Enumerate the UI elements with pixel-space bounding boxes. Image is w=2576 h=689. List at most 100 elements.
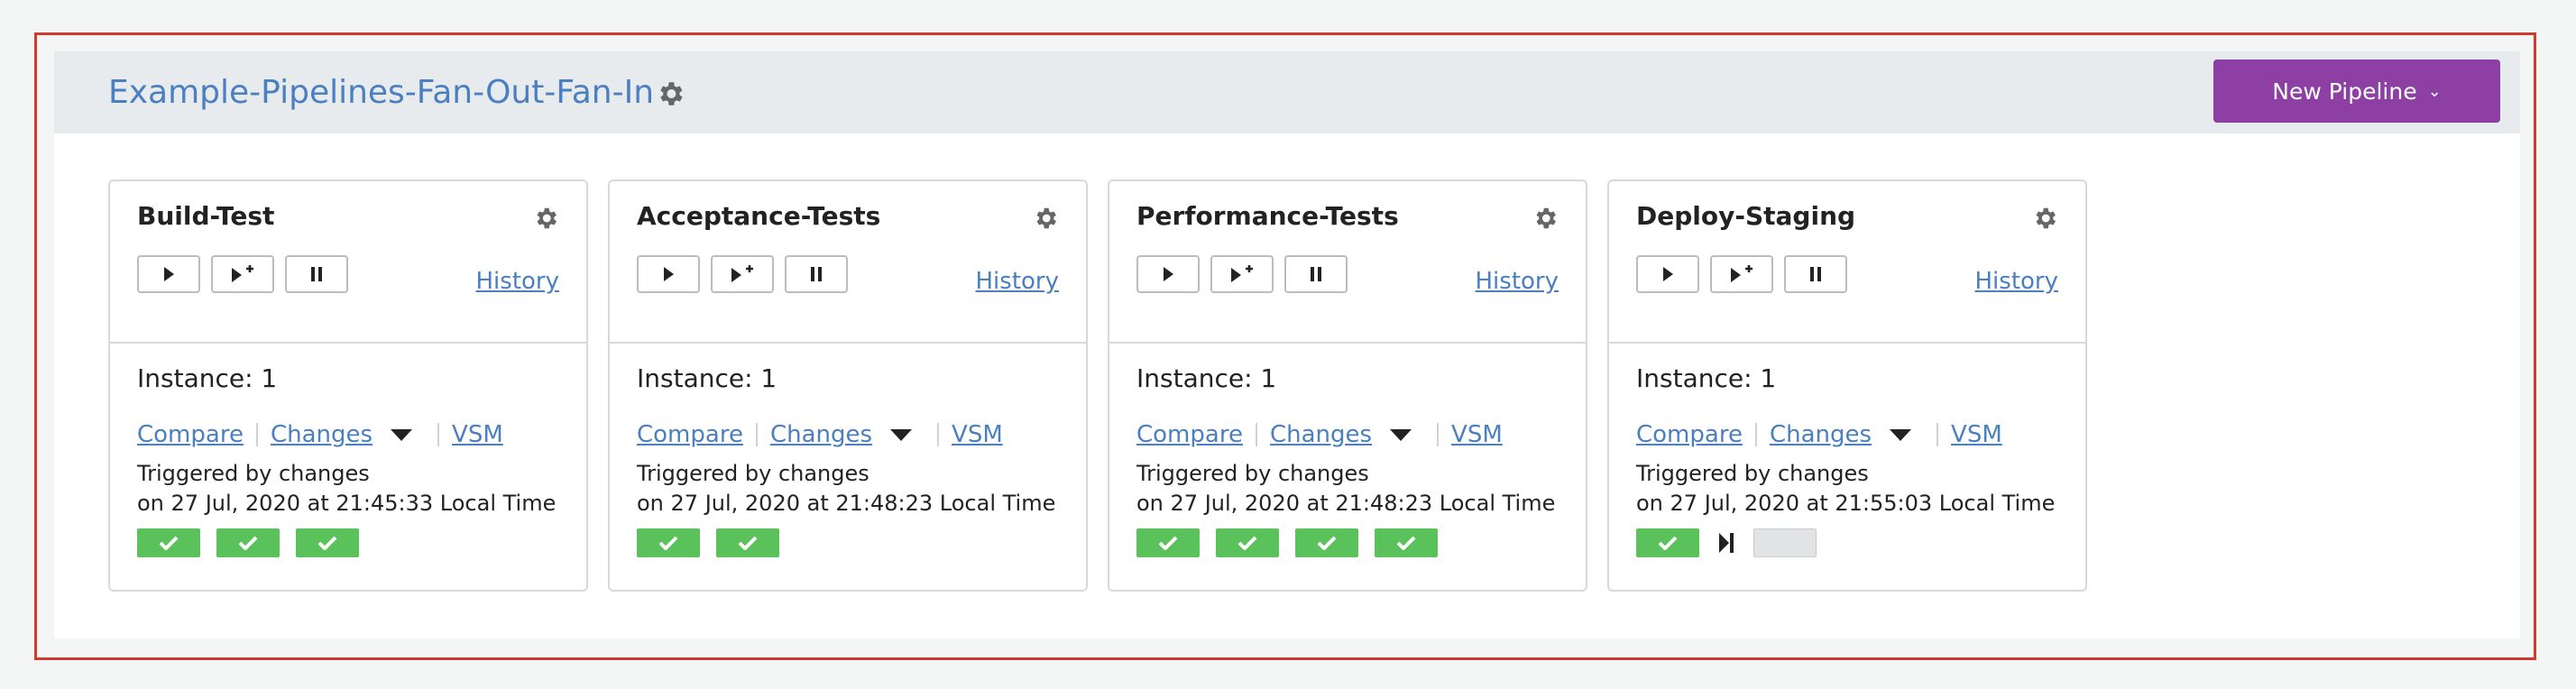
instance-label: Instance: 1 (137, 363, 278, 393)
stage-passed[interactable] (716, 528, 779, 557)
stage-passed[interactable] (637, 528, 700, 557)
triggered-by-text: Triggered by changes (1136, 461, 1369, 486)
vsm-link[interactable]: VSM (452, 421, 503, 448)
trigger-button[interactable] (137, 255, 200, 293)
stage-list (1136, 528, 1438, 558)
changes-link[interactable]: Changes (271, 421, 373, 448)
trigger-with-options-button[interactable] (711, 255, 774, 293)
gear-icon[interactable] (532, 205, 559, 232)
stage-passed[interactable] (1216, 528, 1279, 557)
link-divider (1754, 423, 1757, 446)
trigger-button[interactable] (637, 255, 700, 293)
vsm-link[interactable]: VSM (1451, 421, 1503, 448)
pause-button[interactable] (1284, 255, 1348, 293)
play-icon (164, 267, 174, 281)
link-divider (1255, 423, 1257, 446)
trigger-time: on 27 Jul, 2020 at 21:48:23 Local Time (637, 491, 1056, 516)
history-link[interactable]: History (476, 268, 560, 295)
instance-links: Compare Changes VSM (1636, 419, 2002, 450)
pause-button[interactable] (285, 255, 348, 293)
pipeline-card-header: Deploy-Staging History (1609, 181, 2085, 344)
play-plus-icon (1231, 265, 1253, 282)
instance-label: Instance: 1 (1636, 363, 1777, 393)
stage-passed[interactable] (216, 528, 280, 557)
pipeline-card-header: Build-Test History (110, 181, 586, 344)
pipeline-name[interactable]: Performance-Tests (1136, 201, 1399, 231)
pipeline-card-header: Acceptance-Tests History (610, 181, 1086, 344)
trigger-time: on 27 Jul, 2020 at 21:48:23 Local Time (1136, 491, 1556, 516)
pause-button[interactable] (785, 255, 848, 293)
stage-passed[interactable] (1136, 528, 1200, 557)
vsm-link[interactable]: VSM (1951, 421, 2002, 448)
play-icon (1663, 267, 1673, 281)
triggered-by-text: Triggered by changes (1636, 461, 1869, 486)
pipeline-group-title[interactable]: Example-Pipelines-Fan-Out-Fan-In (108, 71, 654, 115)
caret-down-icon[interactable] (1890, 428, 1912, 441)
changes-link[interactable]: Changes (1270, 421, 1372, 448)
trigger-info: Triggered by changes on 27 Jul, 2020 at … (1636, 459, 2055, 519)
caret-down-icon[interactable] (391, 428, 413, 441)
link-divider (1937, 423, 1939, 446)
trigger-with-options-button[interactable] (1710, 255, 1773, 293)
stage-list (137, 528, 359, 558)
stage-passed[interactable] (1375, 528, 1438, 557)
pipeline-name[interactable]: Acceptance-Tests (637, 201, 880, 231)
compare-link[interactable]: Compare (637, 421, 743, 448)
check-icon (238, 536, 258, 550)
pause-icon (811, 267, 822, 281)
pipeline-group-header: Example-Pipelines-Fan-Out-Fan-In New Pip… (54, 51, 2520, 133)
compare-link[interactable]: Compare (137, 421, 244, 448)
history-link[interactable]: History (1975, 268, 2059, 295)
manual-gate-icon[interactable] (1716, 528, 1737, 557)
link-divider (755, 423, 758, 446)
stage-passed[interactable] (296, 528, 359, 557)
caret-down-icon[interactable] (1390, 428, 1412, 441)
check-icon (159, 536, 179, 550)
trigger-info: Triggered by changes on 27 Jul, 2020 at … (137, 459, 556, 519)
check-icon (658, 536, 678, 550)
gear-icon[interactable] (2031, 205, 2058, 232)
new-pipeline-button[interactable]: New Pipeline ⌄ (2213, 60, 2500, 123)
vsm-link[interactable]: VSM (952, 421, 1003, 448)
play-plus-icon (1731, 265, 1753, 282)
pause-icon (1810, 267, 1821, 281)
triggered-by-text: Triggered by changes (137, 461, 370, 486)
stage-passed[interactable] (1295, 528, 1358, 557)
triggered-by-text: Triggered by changes (637, 461, 869, 486)
play-icon (664, 267, 674, 281)
pipeline-card-header: Performance-Tests History (1109, 181, 1586, 344)
compare-link[interactable]: Compare (1136, 421, 1243, 448)
history-link[interactable]: History (976, 268, 1060, 295)
check-icon (1396, 536, 1416, 550)
instance-links: Compare Changes VSM (137, 419, 503, 450)
stage-passed[interactable] (1636, 528, 1699, 557)
trigger-with-options-button[interactable] (1210, 255, 1274, 293)
trigger-button[interactable] (1136, 255, 1200, 293)
pipeline-name[interactable]: Build-Test (137, 201, 274, 231)
trigger-info: Triggered by changes on 27 Jul, 2020 at … (637, 459, 1055, 519)
instance-label: Instance: 1 (637, 363, 777, 393)
gear-icon[interactable] (655, 78, 685, 109)
trigger-button[interactable] (1636, 255, 1699, 293)
pipeline-name[interactable]: Deploy-Staging (1636, 201, 1855, 231)
pause-icon (1311, 267, 1321, 281)
changes-link[interactable]: Changes (1770, 421, 1872, 448)
stage-passed[interactable] (137, 528, 200, 557)
pause-button[interactable] (1784, 255, 1847, 293)
check-icon (738, 536, 758, 550)
instance-label: Instance: 1 (1136, 363, 1277, 393)
gear-icon[interactable] (1532, 205, 1559, 232)
chevron-down-icon: ⌄ (2427, 81, 2442, 101)
compare-link[interactable]: Compare (1636, 421, 1743, 448)
check-icon (1658, 536, 1678, 550)
gear-icon[interactable] (1032, 205, 1059, 232)
link-divider (937, 423, 940, 446)
trigger-time: on 27 Jul, 2020 at 21:45:33 Local Time (137, 491, 557, 516)
trigger-with-options-button[interactable] (211, 255, 274, 293)
history-link[interactable]: History (1476, 268, 1559, 295)
check-icon (1158, 536, 1178, 550)
changes-link[interactable]: Changes (770, 421, 872, 448)
caret-down-icon[interactable] (890, 428, 913, 441)
stage-not-run (1753, 528, 1817, 557)
instance-links: Compare Changes VSM (637, 419, 1003, 450)
